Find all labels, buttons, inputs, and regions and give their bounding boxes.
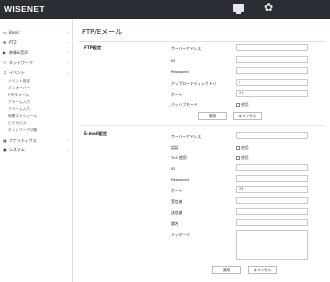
chevron-right-icon: ›	[67, 60, 69, 65]
ftp-upload-dir-label: アップロードディレクトリ	[171, 81, 217, 86]
sidebar-item-basic[interactable]: ▭ Basic ›	[3, 29, 71, 36]
email-sender-label: 送信者	[171, 210, 183, 215]
main-content: FTP/Eメール FTP設定 サーバーアドレス ID Password アップロ…	[74, 19, 330, 282]
email-recipient-input[interactable]	[236, 197, 308, 204]
ftp-upload-dir-input[interactable]: /	[236, 79, 308, 86]
ftp-id-label: ID	[171, 58, 176, 63]
email-message-textarea[interactable]	[236, 230, 308, 260]
email-recipient-label: 受信者	[171, 199, 183, 204]
chevron-right-icon: ›	[67, 138, 69, 143]
chevron-down-icon: ⌄	[65, 70, 69, 75]
chevron-right-icon: ›	[67, 30, 69, 35]
checkbox-label: 使用	[241, 145, 249, 150]
email-subject-label: 題名	[171, 221, 179, 226]
ftp-passive-label: パッシブモード	[171, 102, 198, 107]
ftp-id-input[interactable]	[236, 56, 308, 63]
chevron-right-icon: ›	[67, 147, 69, 152]
sidebar-subitem[interactable]: イベント設定	[8, 78, 70, 85]
ftp-password-label: Password	[171, 69, 189, 74]
sidebar-item-network[interactable]: ⚇ ネットワーク ›	[3, 59, 71, 66]
checkbox-box[interactable]	[236, 146, 240, 150]
ftp-apply-button[interactable]: 適用	[198, 112, 227, 120]
section-divider	[80, 125, 324, 126]
sidebar-subitem[interactable]: ネットワーク切断	[8, 127, 70, 134]
sidebar-item-event[interactable]: ♫ イベント ⌄	[3, 69, 71, 76]
sidebar: ▭ Basic › ✥ PTZ › ▶ 映像&音声 › ⚇ ネットワーク › ♫ イベント…	[0, 19, 73, 282]
gear-icon[interactable]: ✿	[264, 2, 273, 14]
logo: WISENET	[4, 4, 45, 14]
checkbox-box[interactable]	[236, 156, 240, 160]
ftp-port-label: ポート	[171, 92, 183, 97]
chevron-right-icon: ›	[67, 40, 69, 45]
email-subject-input[interactable]	[236, 219, 308, 226]
sidebar-subitem[interactable]: アラーム入力	[8, 99, 70, 106]
sidebar-item-system[interactable]: ▣ システム ›	[3, 146, 71, 153]
email-id-label: ID	[171, 166, 176, 171]
email-cancel-button[interactable]: キャンセル	[248, 266, 277, 274]
page-title: FTP/Eメール	[82, 28, 123, 36]
email-auth-checkbox[interactable]: 使用	[236, 145, 249, 151]
checkbox-label: 使用	[241, 155, 249, 160]
ftp-password-input[interactable]	[236, 67, 308, 74]
email-server-input[interactable]	[236, 132, 308, 139]
email-apply-button[interactable]: 適用	[212, 266, 241, 274]
sidebar-item-label: 映像&音声	[9, 50, 29, 55]
sidebar-item-label: システム	[9, 147, 25, 152]
ftp-passive-checkbox[interactable]: 使用	[236, 102, 249, 108]
email-tls-label: TLS 使用	[171, 155, 187, 160]
monitor-icon[interactable]	[233, 4, 244, 14]
email-message-label: メッセージ	[171, 232, 190, 237]
sidebar-subitem[interactable]: パンオーバー	[8, 85, 70, 92]
email-sender-input[interactable]	[236, 208, 308, 215]
email-id-input[interactable]	[236, 164, 308, 171]
sidebar-item-label: Basic	[9, 30, 20, 35]
ftp-server-label: サーバーアドレス	[171, 46, 202, 51]
sidebar-item-label: イベント	[9, 70, 25, 75]
ftp-section-title: FTP設定	[84, 45, 102, 50]
sidebar-item-label: PTZ	[9, 40, 17, 45]
ftp-port-input[interactable]: 21	[236, 90, 308, 97]
sidebar-item-label: ネットワーク	[9, 60, 33, 65]
sidebar-subitem[interactable]: ビデオロス	[8, 120, 70, 127]
ftp-server-input[interactable]	[236, 44, 308, 51]
sidebar-item-label: アナリティクス	[9, 138, 37, 143]
email-auth-label: 認証	[171, 145, 179, 150]
top-bar: WISENET ✿	[0, 0, 330, 19]
email-server-label: サーバーアドレス	[171, 134, 202, 139]
divider	[78, 41, 326, 42]
sidebar-item-video-audio[interactable]: ▶ 映像&音声 ›	[3, 49, 71, 56]
email-password-input[interactable]	[236, 175, 308, 182]
checkbox-box[interactable]	[236, 103, 240, 107]
ftp-cancel-button[interactable]: キャンセル	[233, 112, 262, 120]
email-port-input[interactable]: 25	[236, 186, 308, 193]
email-port-label: ポート	[171, 188, 183, 193]
sidebar-item-ptz[interactable]: ✥ PTZ ›	[3, 39, 71, 46]
sidebar-item-analytics[interactable]: ▦ アナリティクス ›	[3, 137, 71, 144]
sidebar-subitem[interactable]: アラーム入力	[8, 106, 70, 113]
chevron-right-icon: ›	[67, 50, 69, 55]
sidebar-subitem[interactable]: 時間スケジュール	[8, 113, 70, 120]
email-password-label: Password	[171, 177, 189, 182]
checkbox-label: 使用	[241, 102, 249, 107]
email-section-title: E-mail設定	[84, 131, 108, 136]
sidebar-subitem[interactable]: FTP/Eメール	[8, 92, 70, 99]
email-tls-checkbox[interactable]: 使用	[236, 155, 249, 161]
